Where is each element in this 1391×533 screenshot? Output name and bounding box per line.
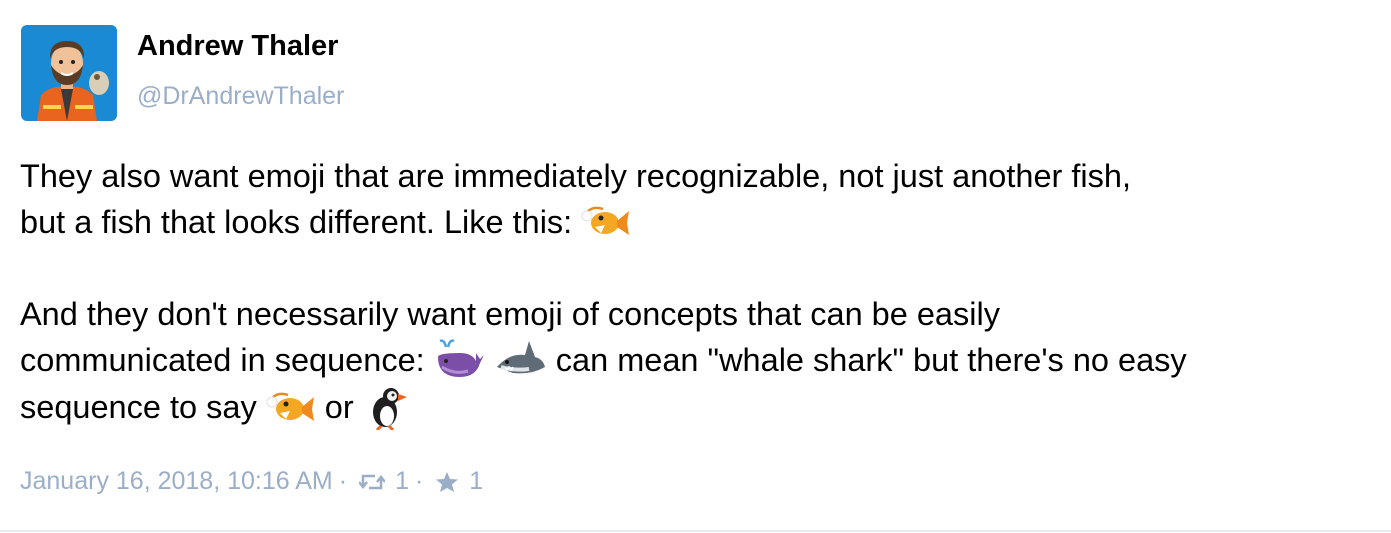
boost-icon	[359, 472, 386, 492]
account-handle[interactable]: @DrAndrewThaler	[137, 82, 344, 111]
shark-emoji	[495, 337, 547, 381]
meta-separator: ·	[338, 467, 348, 495]
content-text: but a fish that looks different. Like th…	[20, 204, 573, 240]
avatar[interactable]	[21, 25, 117, 121]
anglerfish-emoji	[581, 201, 631, 241]
display-name[interactable]: Andrew Thaler	[137, 30, 338, 63]
status-meta: January 16, 2018, 10:16 AM · 1 · 1	[20, 467, 483, 496]
anglerfish-emoji	[266, 387, 316, 427]
paragraph: And they don't necessarily want emoji of…	[20, 291, 1365, 433]
content-text: communicated in sequence:	[20, 342, 425, 378]
divider	[0, 530, 1391, 532]
puffin-emoji	[363, 384, 409, 430]
content-text: And they don't necessarily want emoji of…	[20, 296, 1000, 332]
content-text: They also want emoji that are immediatel…	[20, 158, 1131, 194]
meta-separator: ·	[414, 467, 424, 495]
content-text: sequence to say	[20, 389, 257, 426]
avatar-illustration	[21, 25, 117, 121]
content-text: or	[324, 389, 354, 426]
whale-emoji	[434, 337, 486, 381]
star-icon	[435, 471, 459, 493]
timestamp-link[interactable]: January 16, 2018, 10:16 AM	[20, 467, 333, 496]
status-content: They also want emoji that are immediatel…	[20, 153, 1365, 433]
paragraph: They also want emoji that are immediatel…	[20, 153, 1365, 245]
favourite-count: 1	[469, 467, 484, 495]
status-card: Andrew Thaler @DrAndrewThaler They also …	[0, 0, 1391, 533]
content-text: can mean "whale shark" but there's no ea…	[555, 342, 1187, 378]
boost-count: 1	[395, 467, 409, 495]
